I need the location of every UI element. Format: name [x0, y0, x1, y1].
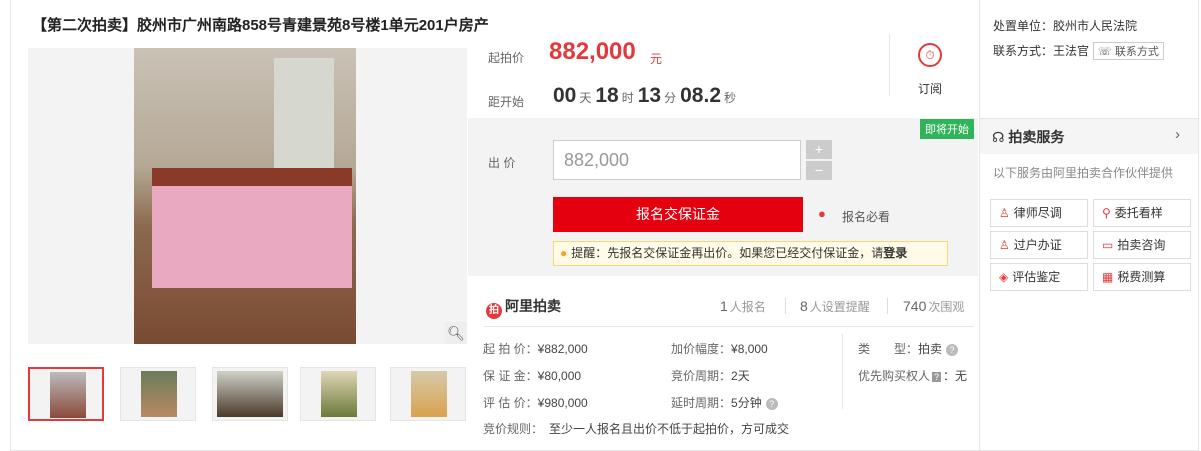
detail-appraisal: 评 估 价：¥980,000 — [483, 396, 588, 410]
tip-bar: ● 提醒：先报名交保证金再出价。如果您已经交付保证金，请登录 — [553, 241, 948, 266]
must-read-link[interactable]: 报名必看 — [842, 208, 890, 225]
remind-stat: 8 人设置提醒 — [800, 298, 870, 314]
court-info: 处置单位：胶州市人民法院 — [993, 19, 1138, 33]
thumbnail-1[interactable] — [28, 367, 104, 421]
countdown-seconds: 08.2 — [680, 84, 721, 107]
countdown-label: 距开始 — [488, 95, 525, 109]
service-appraisal-button[interactable]: ◈ 评估鉴定 — [990, 263, 1088, 291]
stat-divider — [785, 298, 786, 314]
countdown: 00 天 18 时 13 分 08.2 秒 — [553, 84, 737, 107]
help-icon[interactable]: ? — [946, 344, 959, 356]
headset-icon: ☊ — [992, 129, 1009, 145]
thumbnail-5[interactable] — [390, 367, 466, 421]
contact-button[interactable]: ☏ 联系方式 — [1093, 42, 1164, 60]
service-tax-button[interactable]: ▦ 税费测算 — [1093, 263, 1191, 291]
photo-bed — [152, 168, 352, 288]
service-viewing-button[interactable]: ⚲ 委托看样 — [1093, 199, 1191, 227]
countdown-days: 00 — [553, 84, 577, 107]
contact-info: 联系方式：王法官 ☏ 联系方式 — [993, 42, 1164, 60]
tip-text: 提醒：先报名交保证金再出价。如果您已经交付保证金，请 — [571, 246, 884, 260]
page-title: 【第二次拍卖】胶州市广州南路858号青建景苑8号楼1单元201户房产 — [32, 17, 489, 34]
start-price-label: 起拍价 — [488, 51, 525, 65]
countdown-hours: 18 — [595, 84, 619, 107]
start-price-unit: 元 — [650, 52, 663, 66]
priority-badge[interactable]: ? — [932, 372, 942, 382]
bid-label: 出 价 — [488, 156, 516, 170]
service-transfer-button[interactable]: ♙ 过户办证 — [990, 231, 1088, 259]
detail-rule: 竞价规则： 至少一人报名且出价不低于起拍价，方可成交 — [483, 422, 790, 436]
service-lawyer-button[interactable]: ♙ 律师尽调 — [990, 199, 1088, 227]
register-deposit-button[interactable]: 报名交保证金 — [553, 197, 803, 232]
divider — [484, 326, 974, 327]
view-stat: 740 次围观 — [903, 298, 965, 314]
person-icon: ♙ — [999, 238, 1010, 252]
service-title: ☊ 拍卖服务 — [992, 129, 1065, 145]
countdown-minutes: 13 — [637, 84, 662, 107]
calculator-icon: ▦ — [1102, 270, 1114, 284]
detail-cycle: 竞价周期：2天 — [671, 369, 750, 383]
bid-input[interactable]: 882,000 — [553, 140, 801, 180]
thumbnail-4[interactable] — [300, 367, 376, 421]
start-price-value: 882,000 — [549, 38, 636, 65]
service-subtitle: 以下服务由阿里拍卖合作伙伴提供 — [993, 166, 1174, 180]
bedroom-photo — [134, 48, 356, 344]
chevron-right-icon[interactable]: › — [1175, 126, 1180, 143]
decrease-button[interactable]: − — [806, 161, 832, 180]
ali-logo-icon: 拍 — [486, 303, 502, 319]
detail-delay: 延时周期：5分钟? — [671, 394, 778, 411]
appraisal-icon: ◈ — [999, 270, 1009, 284]
chat-icon: ▭ — [1102, 238, 1114, 252]
ali-auction-logo: 拍阿里拍卖 — [486, 296, 561, 319]
help-icon[interactable]: ? — [765, 398, 778, 410]
detail-priority: 优先购买权人? ：无 — [858, 369, 968, 383]
main-photo[interactable] — [28, 48, 467, 344]
detail-start-price: 起 拍 价：¥882,000 — [483, 342, 588, 356]
lawyer-icon: ♙ — [999, 206, 1010, 220]
location-pin-icon: ⚲ — [1102, 206, 1111, 220]
service-consult-button[interactable]: ▭ 拍卖咨询 — [1093, 231, 1191, 259]
subscribe-button[interactable]: 订阅 — [918, 80, 942, 97]
zoom-icon[interactable]: 🔍︎ — [445, 322, 467, 344]
divider — [842, 334, 843, 409]
status-badge: 即将开始 — [920, 119, 974, 139]
detail-deposit: 保 证 金：¥80,000 — [483, 369, 582, 383]
stat-divider — [887, 298, 888, 314]
detail-type: 类 型：拍卖? — [858, 340, 959, 357]
coins-icon: ● — [818, 206, 826, 221]
thumbnail-3[interactable] — [212, 367, 288, 421]
reg-stat: 1 人报名 — [720, 298, 766, 314]
thumbnail-2[interactable] — [120, 367, 196, 421]
detail-increment: 加价幅度：¥8,000 — [671, 342, 768, 356]
bulb-icon: ● — [560, 246, 568, 260]
photo-window — [274, 58, 334, 168]
login-link[interactable]: 登录 — [883, 246, 907, 260]
alarm-clock-icon[interactable]: ⏱ — [918, 43, 942, 67]
divider — [889, 34, 890, 96]
increase-button[interactable]: + — [806, 140, 832, 159]
